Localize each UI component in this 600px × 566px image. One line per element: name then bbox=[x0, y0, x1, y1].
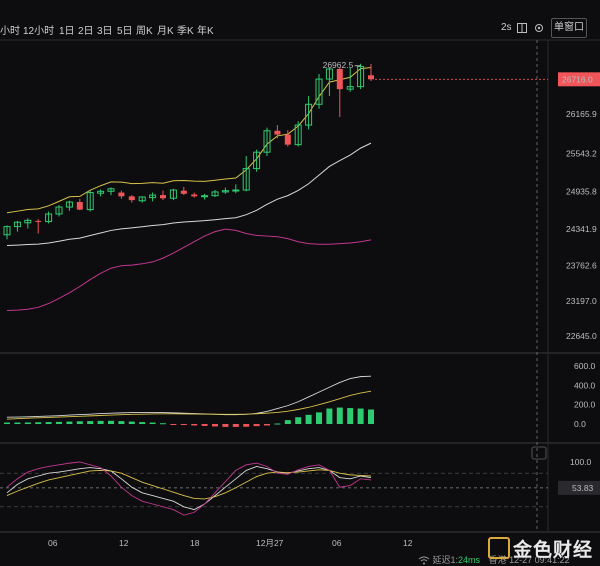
macd-panel bbox=[4, 375, 374, 427]
macd-tick-label: 0.0 bbox=[574, 419, 586, 429]
watermark-logo: 金色财经 bbox=[488, 535, 593, 562]
high-annotation: 26962.5 bbox=[323, 60, 354, 70]
macd-bar bbox=[274, 423, 281, 425]
logo-icon bbox=[488, 537, 510, 559]
macd-bar bbox=[201, 424, 208, 426]
macd-bar bbox=[253, 424, 260, 427]
macd-bar bbox=[128, 421, 135, 424]
candle-body bbox=[35, 220, 42, 222]
x-axis-labels: 06 12 18 12月27 06 12 bbox=[48, 538, 413, 548]
price-tick-label: 23197.0 bbox=[566, 296, 597, 306]
kdj-tick-label: 100.0 bbox=[570, 457, 592, 467]
y-axis-labels: 26165.9 25543.2 24935.8 24341.9 23762.6 23197… bbox=[566, 109, 597, 467]
macd-bar bbox=[4, 422, 10, 424]
price-tick-label: 25543.2 bbox=[566, 148, 597, 158]
current-price-label: 26716.0 bbox=[562, 74, 593, 84]
macd-bar bbox=[139, 422, 146, 424]
macd-bar bbox=[222, 424, 229, 427]
macd-bar bbox=[243, 424, 250, 427]
x-tick-label: 06 bbox=[48, 538, 58, 548]
macd-bar bbox=[212, 424, 218, 427]
macd-bar bbox=[160, 423, 166, 425]
macd-bar bbox=[232, 424, 239, 427]
delay-label: 延迟1: bbox=[432, 555, 459, 565]
macd-tick-label: 400.0 bbox=[574, 380, 596, 390]
delay-value: 24ms bbox=[458, 555, 481, 565]
candle-body bbox=[160, 195, 166, 199]
price-tick-label: 24935.8 bbox=[566, 187, 597, 197]
macd-bar bbox=[316, 412, 322, 424]
wifi-icon bbox=[418, 555, 433, 565]
chart-overlay: 26962.5 26716.0 bbox=[323, 40, 600, 532]
macd-bar bbox=[24, 422, 31, 424]
price-chart[interactable]: 53.83 26165.9 25543.2 24935.8 24341.9 23762.… bbox=[0, 0, 600, 562]
ma-line-mid bbox=[6, 142, 372, 247]
price-tick-label: 22645.0 bbox=[566, 331, 597, 341]
ma-line-long bbox=[6, 228, 372, 311]
candle-body bbox=[284, 134, 291, 145]
price-tick-label: 26165.9 bbox=[566, 109, 597, 119]
macd-bar bbox=[326, 408, 333, 424]
macd-bar bbox=[368, 409, 374, 424]
x-tick-label: 06 bbox=[332, 538, 342, 548]
macd-tick-label: 200.0 bbox=[574, 400, 596, 410]
price-tick-label: 23762.6 bbox=[566, 261, 597, 271]
macd-bar bbox=[118, 421, 125, 424]
watermark-text: 金色财经 bbox=[513, 540, 594, 561]
crosshair-marker bbox=[531, 446, 547, 460]
macd-bar bbox=[35, 422, 42, 424]
macd-bar bbox=[97, 420, 104, 424]
candle-body bbox=[201, 195, 209, 198]
macd-bar bbox=[87, 421, 94, 424]
macd-bar bbox=[284, 420, 291, 424]
candle-body bbox=[232, 189, 240, 192]
macd-bar bbox=[45, 422, 52, 424]
macd-bar bbox=[56, 421, 62, 424]
macd-bar bbox=[264, 424, 270, 426]
x-tick-label: 12 bbox=[119, 538, 129, 548]
macd-bar bbox=[149, 422, 156, 424]
macd-bar bbox=[336, 407, 343, 424]
price-tick-label: 24341.9 bbox=[566, 224, 597, 234]
candle-body bbox=[76, 202, 83, 210]
candle-body bbox=[368, 75, 374, 80]
x-tick-label: 12 bbox=[403, 538, 413, 548]
macd-bar bbox=[191, 424, 198, 426]
kdj-d-line bbox=[6, 469, 372, 500]
macd-bar bbox=[170, 424, 177, 425]
macd-bar bbox=[305, 414, 312, 424]
macd-bar bbox=[357, 408, 364, 424]
candlestick-series bbox=[3, 63, 374, 240]
macd-bar bbox=[108, 420, 114, 424]
macd-bar bbox=[347, 408, 354, 424]
macd-bar bbox=[66, 421, 73, 424]
macd-tick-label: 600.0 bbox=[574, 361, 596, 371]
macd-bar bbox=[295, 417, 302, 424]
candle-body bbox=[128, 196, 135, 201]
macd-bar bbox=[180, 424, 187, 425]
candle-body bbox=[191, 194, 198, 197]
kdj-panel: 53.83 bbox=[0, 461, 600, 516]
macd-dif-line bbox=[6, 375, 372, 418]
chart-grid bbox=[0, 39, 600, 533]
candle-body bbox=[336, 68, 343, 90]
macd-bar bbox=[14, 422, 21, 424]
macd-bar bbox=[76, 421, 83, 424]
x-tick-label: 18 bbox=[190, 538, 200, 548]
candle-body bbox=[180, 190, 187, 194]
x-tick-label: 12月27 bbox=[256, 538, 284, 548]
candle-body bbox=[274, 130, 281, 135]
candle-body bbox=[118, 192, 125, 197]
crosshair-value-label: 53.83 bbox=[572, 483, 594, 493]
